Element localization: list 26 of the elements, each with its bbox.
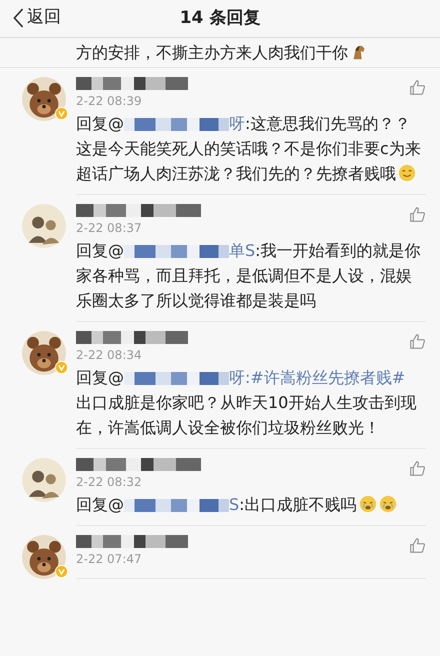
back-chevron-icon [12, 6, 25, 29]
bear-avatar[interactable] [22, 535, 66, 579]
thumbs-up-icon[interactable] [409, 460, 426, 477]
thumbs-up-icon[interactable] [409, 333, 426, 350]
reply-text: 回复@ S:出口成脏不贱吗 [76, 492, 426, 517]
bear-avatar[interactable] [22, 331, 66, 375]
back-button[interactable]: 返回 [12, 5, 61, 30]
smiling-emoji-icon [398, 164, 416, 182]
reply-text: 回复@ 呀:#许嵩粉丝先撩者贱# 出口成脏是你家吧？从昨天10开始人生攻击到现在，许嵩低调人设全被你们垃圾粉丝败光！ [76, 367, 418, 439]
comment-time: 2-22 08:39 [76, 93, 143, 109]
comment-time: 2-22 08:32 [76, 474, 143, 490]
comment-time: 2-22 07:47 [76, 551, 143, 567]
comment-time: 2-22 08:37 [76, 220, 143, 236]
comment-time: 2-22 08:34 [76, 347, 143, 363]
crying-emoji-icon [358, 495, 377, 513]
reply-text: 回复@ 单S:我一开始看到的就是你家各种骂，而且拜托，是低调但不是人设，混娱乐圈太多了所以觉得谁都是装是吗 [76, 240, 422, 312]
page-title: 14 条回复 [180, 6, 260, 30]
comment-text: 方的安排，不撕主办方来人肉我们干你 [76, 40, 428, 65]
thumbs-up-icon[interactable] [409, 79, 426, 96]
thumbs-up-icon[interactable] [409, 537, 426, 554]
bear-avatar[interactable] [22, 77, 66, 121]
reply-text: 回复@ 呀:这意思我们先骂的？？这是今天能笑死人的笑话哦？不是你们非要c为来超话广场人肉汪苏泷？我们先的？先撩者贱哦 [76, 113, 422, 185]
crying-emoji-icon [378, 495, 397, 513]
thumbs-up-icon[interactable] [409, 206, 426, 223]
profile-silhouette-avatar[interactable] [22, 204, 66, 248]
profile-silhouette-avatar[interactable] [22, 458, 66, 502]
